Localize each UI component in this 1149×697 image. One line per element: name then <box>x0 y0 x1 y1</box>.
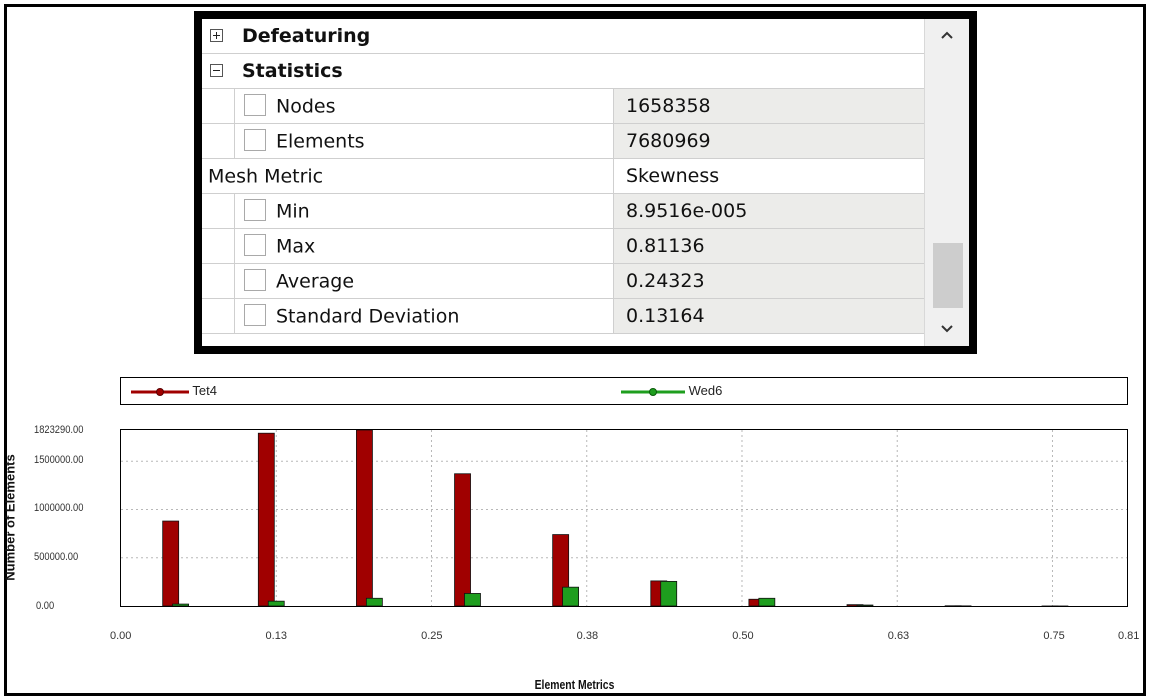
x-tick-label: 0.81 <box>1118 630 1140 642</box>
bar-wed6-0 <box>172 603 190 607</box>
legend-label: Wed6 <box>688 383 723 398</box>
x-tick-label: 0.75 <box>1043 630 1065 642</box>
legend-label: Tet4 <box>192 383 217 398</box>
parameter-checkbox[interactable] <box>244 128 266 151</box>
parameter-checkbox[interactable] <box>244 93 266 116</box>
y-tick-label: 1823290.00 <box>34 424 84 436</box>
y-tick-label: 1000000.00 <box>34 502 84 515</box>
bar-tet4-3 <box>454 473 471 607</box>
row-value: 0.81136 <box>614 229 924 263</box>
bar-tet4-2 <box>356 429 373 607</box>
row-value: 1658358 <box>614 89 924 123</box>
legend-item-wed6: Wed6 <box>621 381 722 401</box>
row-elements[interactable]: Elements 7680969 <box>202 124 924 159</box>
chart-legend: Tet4 Wed6 <box>120 377 1128 405</box>
collapse-minus-icon[interactable] <box>210 64 223 77</box>
parameter-checkbox[interactable] <box>244 233 266 256</box>
vertical-scrollbar[interactable] <box>924 19 969 346</box>
bar-wed6-1 <box>267 600 285 607</box>
bar-tet4-1 <box>257 432 275 607</box>
row-min[interactable]: Min 8.9516e-005 <box>202 194 924 229</box>
row-mesh-metric[interactable]: Mesh Metric Skewness <box>202 159 924 194</box>
bar-wed6-5 <box>660 580 678 607</box>
scrollbar-thumb[interactable] <box>933 243 963 308</box>
y-tick-label: 1500000.00 <box>34 453 84 466</box>
group-label: Statistics <box>242 60 343 82</box>
group-defeaturing[interactable]: Defeaturing <box>202 19 924 54</box>
row-label: Elements <box>234 124 614 158</box>
group-label: Defeaturing <box>242 25 371 47</box>
legend-marker-tet4 <box>131 387 189 396</box>
y-tick-label: 0.00 <box>36 600 55 612</box>
details-panel: Defeaturing Statistics Nodes 1658358 Ele… <box>194 11 977 354</box>
y-axis-title: Number of Elements <box>2 454 18 581</box>
expand-plus-icon[interactable] <box>210 29 223 42</box>
legend-item-tet4: Tet4 <box>131 381 217 401</box>
bar-wed6-2 <box>365 597 383 607</box>
row-value: 7680969 <box>614 124 924 158</box>
row-label: Average <box>234 264 614 298</box>
bar-wed6-6 <box>758 597 776 607</box>
row-nodes[interactable]: Nodes 1658358 <box>202 89 924 124</box>
bar-wed6-4 <box>562 586 579 607</box>
row-label: Mesh Metric <box>202 159 614 193</box>
x-axis-title: Element Metrics <box>534 677 615 692</box>
group-statistics[interactable]: Statistics <box>202 54 924 89</box>
row-label: Max <box>234 229 614 263</box>
row-average[interactable]: Average 0.24323 <box>202 264 924 299</box>
mesh-metric-dropdown[interactable]: Skewness <box>614 159 924 193</box>
histogram-svg <box>121 429 1127 607</box>
bar-tet4-0 <box>162 520 180 607</box>
x-tick-label: 0.13 <box>265 630 287 642</box>
bar-wed6-3 <box>464 593 481 607</box>
x-tick-label: 0.00 <box>110 630 132 642</box>
row-value: 0.13164 <box>614 299 924 333</box>
chevron-down-icon[interactable] <box>925 319 969 349</box>
row-label: Min <box>234 194 614 228</box>
chevron-up-icon[interactable] <box>925 25 969 55</box>
parameter-checkbox[interactable] <box>244 198 266 221</box>
x-tick-label: 0.63 <box>887 630 910 642</box>
legend-marker-wed6 <box>621 387 685 396</box>
bar-wed6-7 <box>856 604 874 607</box>
row-label: Nodes <box>234 89 614 123</box>
parameter-checkbox[interactable] <box>244 303 266 326</box>
y-tick-label: 500000.00 <box>34 551 79 564</box>
parameter-checkbox[interactable] <box>244 268 266 291</box>
row-value: 8.9516e-005 <box>614 194 924 228</box>
row-value: 0.24323 <box>614 264 924 298</box>
details-grid: Defeaturing Statistics Nodes 1658358 Ele… <box>202 19 924 346</box>
x-tick-label: 0.25 <box>421 630 443 642</box>
plot-area <box>120 429 1128 607</box>
row-standard-deviation[interactable]: Standard Deviation 0.13164 <box>202 299 924 334</box>
row-label: Standard Deviation <box>234 299 614 333</box>
x-tick-label: 0.38 <box>576 630 599 642</box>
x-tick-label: 0.50 <box>732 630 754 642</box>
row-max[interactable]: Max 0.81136 <box>202 229 924 264</box>
